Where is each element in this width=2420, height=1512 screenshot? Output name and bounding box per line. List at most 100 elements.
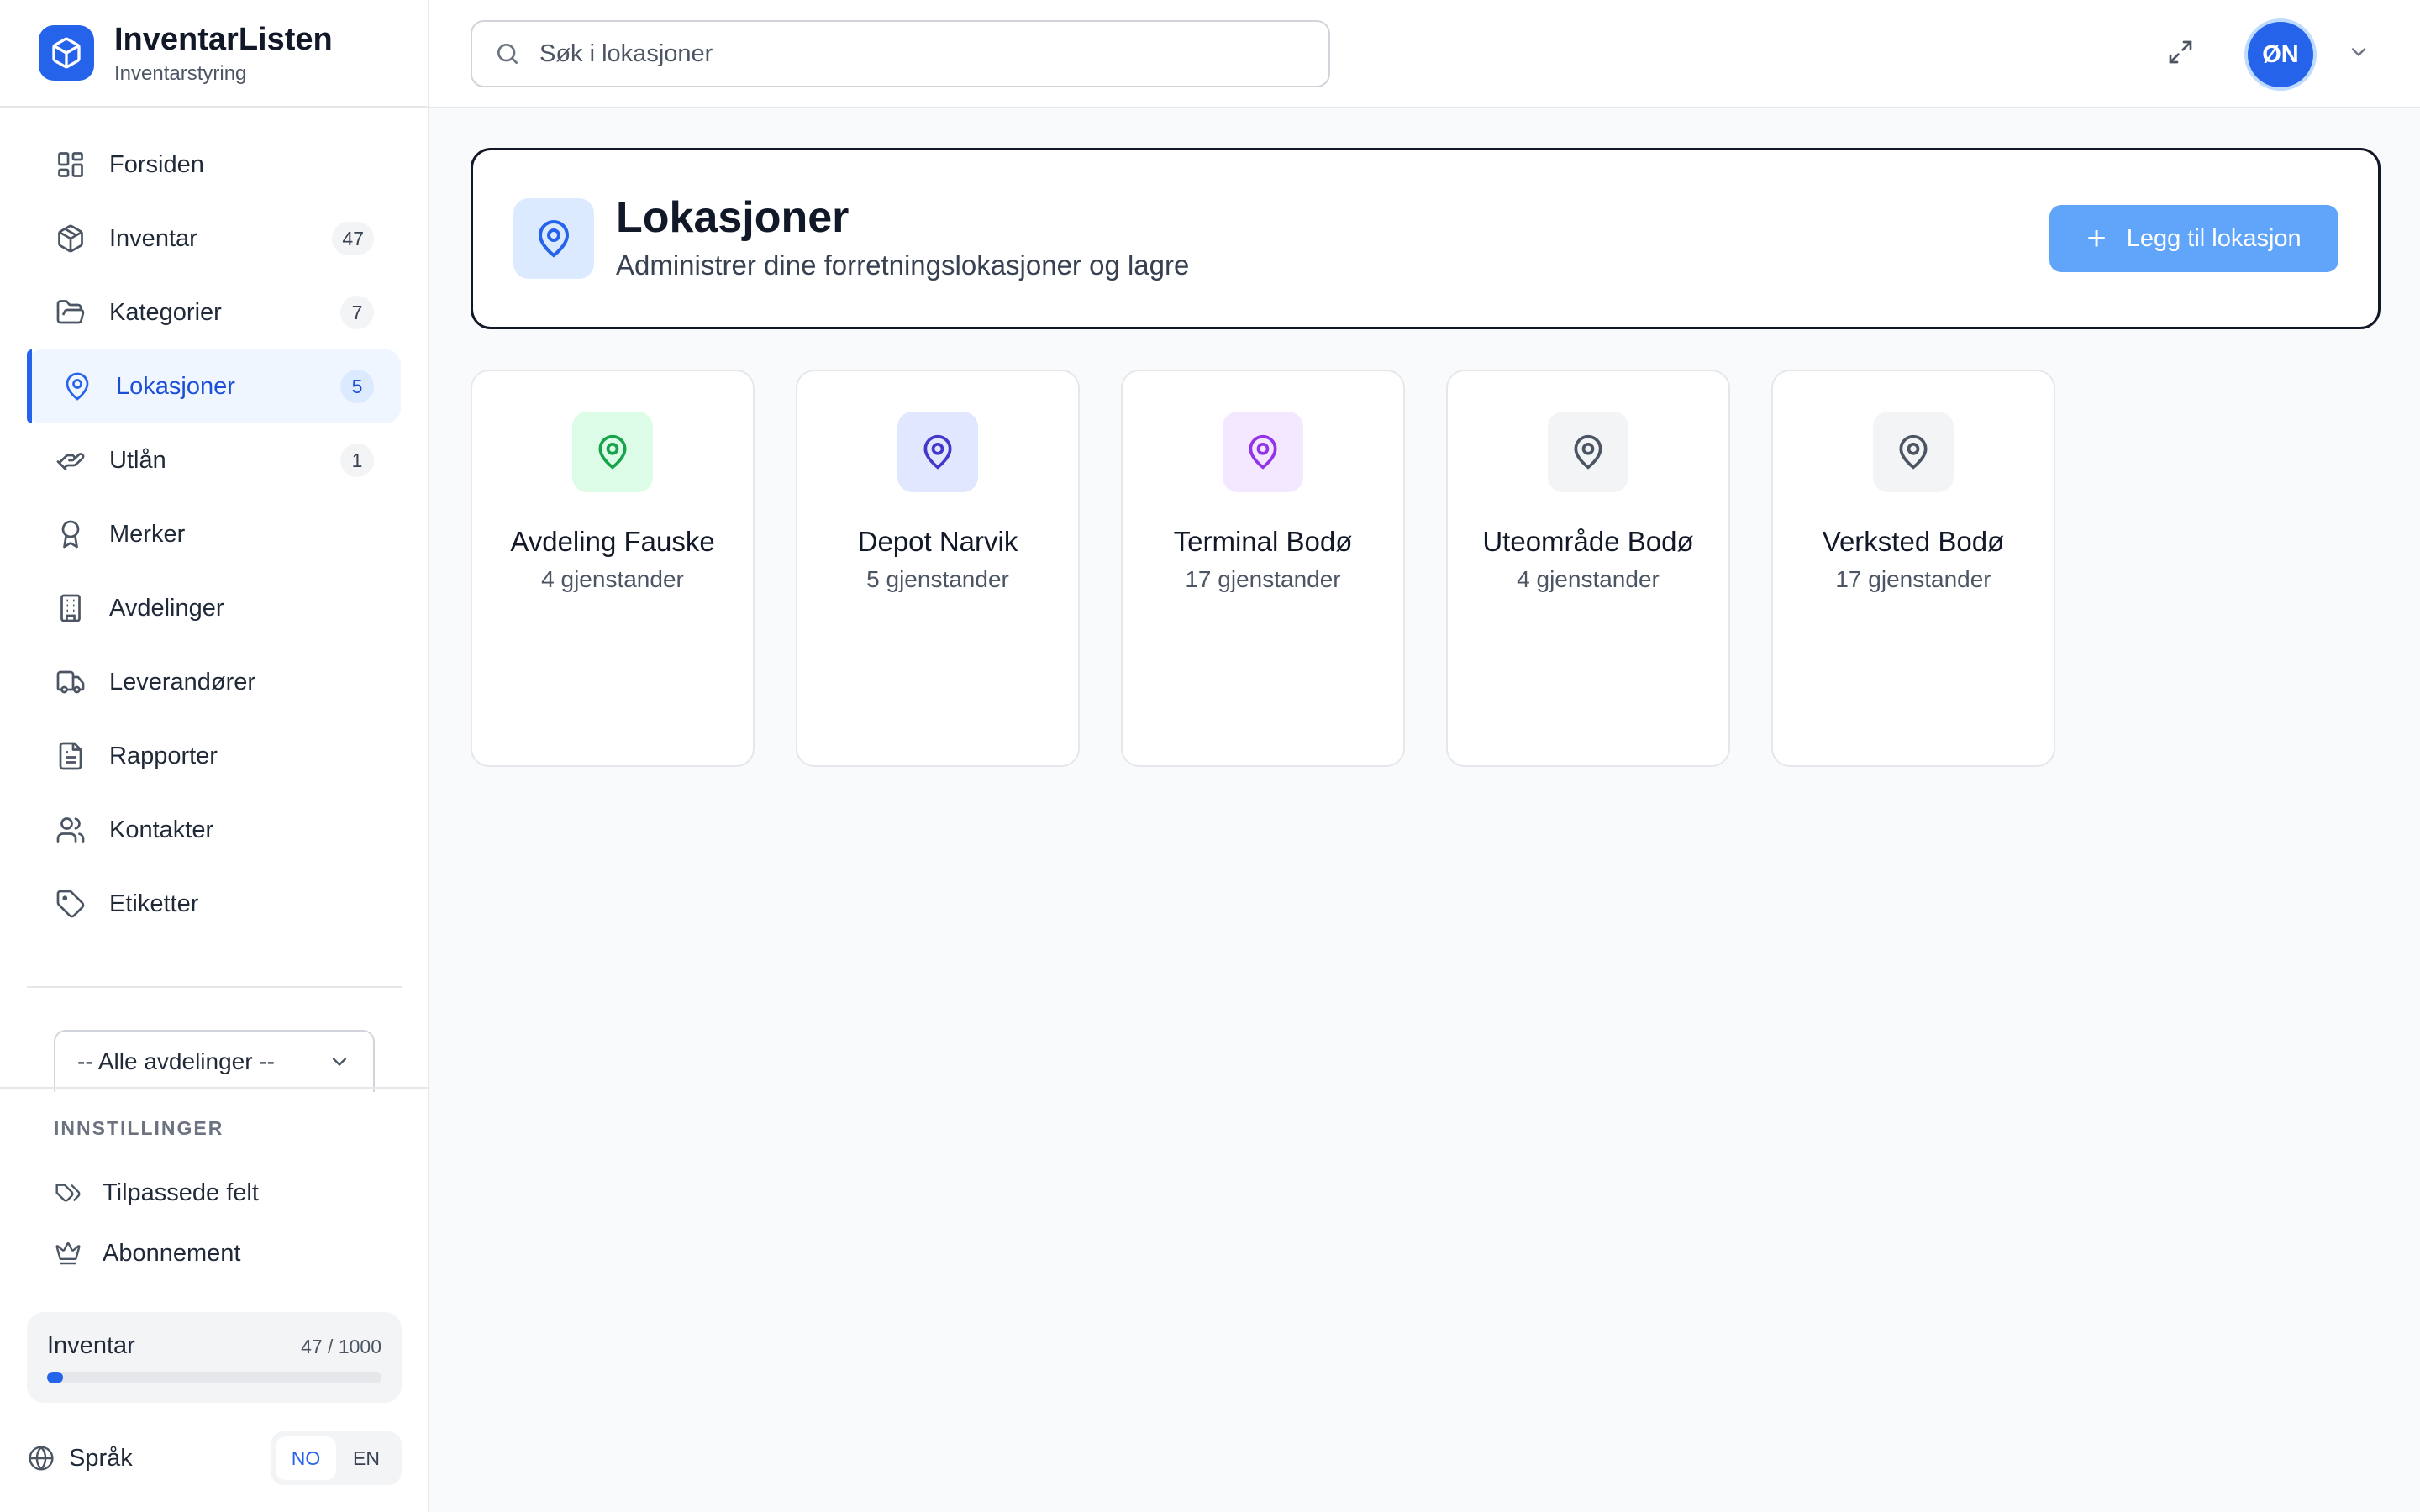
expand-icon xyxy=(2167,39,2194,70)
settings-section-title: INNSTILLINGER xyxy=(54,1117,224,1139)
sidebar-item-utlan[interactable]: Utlån 1 xyxy=(27,423,401,497)
location-name: Verksted Bodø xyxy=(1822,526,2005,557)
map-pin-icon xyxy=(60,370,94,403)
location-card[interactable]: Verksted Bodø 17 gjenstander xyxy=(1771,370,2055,767)
usage-label: Inventar xyxy=(47,1332,135,1359)
count-badge: 5 xyxy=(340,370,374,403)
count-badge: 7 xyxy=(340,296,374,329)
main-nav: Forsiden Inventar 47 Kategorier 7 Lokasj… xyxy=(0,108,428,941)
map-pin-icon xyxy=(1873,412,1954,492)
sidebar-item-lokasjoner[interactable]: Lokasjoner 5 xyxy=(27,349,401,423)
sidebar: InventarListen Inventarstyring Forsiden … xyxy=(0,0,429,1512)
brand-name: InventarListen xyxy=(114,22,333,57)
sidebar-item-label: Forsiden xyxy=(109,150,204,178)
usage-count: 47 / 1000 xyxy=(301,1336,381,1357)
hand-coins-icon xyxy=(54,444,87,477)
language-option-no[interactable]: NO xyxy=(276,1436,336,1480)
map-pin-icon xyxy=(897,412,978,492)
location-grid: Avdeling Fauske 4 gjenstander Depot Narv… xyxy=(471,370,2055,767)
top-bar: ØN xyxy=(429,0,2420,108)
brand-subtitle: Inventarstyring xyxy=(114,62,247,85)
location-name: Avdeling Fauske xyxy=(510,526,715,557)
folder-open-icon xyxy=(54,296,87,329)
page-header: Lokasjoner Administrer dine forretningsl… xyxy=(471,148,2381,329)
sidebar-item-label: Inventar xyxy=(109,224,197,252)
divider xyxy=(0,1087,429,1089)
brand-header: InventarListen Inventarstyring xyxy=(0,0,428,108)
globe-icon xyxy=(27,1444,55,1473)
page-subtitle: Administrer dine forretningslokasjoner o… xyxy=(616,249,1190,281)
search-icon xyxy=(492,39,523,69)
location-item-count: 17 gjenstander xyxy=(1835,566,1991,592)
user-menu-toggle[interactable] xyxy=(2344,39,2374,69)
sidebar-item-label: Rapporter xyxy=(109,742,218,769)
sidebar-item-label: Etiketter xyxy=(109,890,199,917)
language-switcher: Språk NO EN xyxy=(27,1431,402,1485)
package-icon xyxy=(54,222,87,255)
file-text-icon xyxy=(54,739,87,773)
add-location-button[interactable]: + Legg til lokasjon xyxy=(2049,205,2338,272)
department-select[interactable]: -- Alle avdelinger -- xyxy=(54,1030,375,1092)
count-badge: 1 xyxy=(340,444,374,477)
sidebar-item-leverandorer[interactable]: Leverandører xyxy=(27,645,401,719)
location-card[interactable]: Terminal Bodø 17 gjenstander xyxy=(1121,370,1405,767)
location-card[interactable]: Uteområde Bodø 4 gjenstander xyxy=(1446,370,1730,767)
search-box xyxy=(471,20,1330,87)
location-item-count: 5 gjenstander xyxy=(866,566,1009,592)
location-card[interactable]: Depot Narvik 5 gjenstander xyxy=(796,370,1080,767)
sidebar-item-merker[interactable]: Merker xyxy=(27,497,401,571)
sidebar-item-label: Leverandører xyxy=(109,668,256,696)
tags-icon xyxy=(54,1179,82,1207)
tag-icon xyxy=(54,887,87,921)
language-label: Språk xyxy=(69,1444,133,1472)
sidebar-item-label: Merker xyxy=(109,520,186,548)
map-pin-icon xyxy=(1223,412,1303,492)
department-select-value: -- Alle avdelinger -- xyxy=(77,1048,275,1074)
cube-icon[interactable] xyxy=(39,25,94,81)
sidebar-item-kategorier[interactable]: Kategorier 7 xyxy=(27,276,401,349)
language-option-en[interactable]: EN xyxy=(336,1436,397,1480)
sidebar-item-kontakter[interactable]: Kontakter xyxy=(27,793,401,867)
inventory-usage-card: Inventar 47 / 1000 xyxy=(27,1312,402,1403)
sidebar-item-label: Utlån xyxy=(109,446,166,474)
settings-item-label: Abonnement xyxy=(103,1239,241,1267)
sidebar-item-avdelinger[interactable]: Avdelinger xyxy=(27,571,401,645)
sidebar-item-etiketter[interactable]: Etiketter xyxy=(27,867,401,941)
chevron-down-icon xyxy=(2347,40,2370,68)
add-location-label: Legg til lokasjon xyxy=(2126,224,2302,252)
page-title: Lokasjoner xyxy=(616,193,850,242)
location-name: Terminal Bodø xyxy=(1173,526,1353,557)
award-icon xyxy=(54,517,87,551)
location-card[interactable]: Avdeling Fauske 4 gjenstander xyxy=(471,370,755,767)
settings-item-subscription[interactable]: Abonnement xyxy=(54,1232,240,1274)
location-item-count: 17 gjenstander xyxy=(1185,566,1341,592)
location-name: Depot Narvik xyxy=(857,526,1018,557)
plus-icon: + xyxy=(2086,220,2107,257)
count-badge: 47 xyxy=(332,222,374,255)
user-avatar[interactable]: ØN xyxy=(2244,18,2317,91)
location-name: Uteområde Bodø xyxy=(1482,526,1694,557)
settings-item-label: Tilpassede felt xyxy=(103,1179,259,1206)
location-item-count: 4 gjenstander xyxy=(541,566,684,592)
map-pin-icon xyxy=(572,412,653,492)
divider xyxy=(27,986,402,988)
map-pin-icon xyxy=(513,198,594,279)
sidebar-item-forsiden[interactable]: Forsiden xyxy=(27,128,401,202)
sidebar-item-label: Kontakter xyxy=(109,816,214,843)
usage-progress-bar xyxy=(47,1372,381,1383)
crown-icon xyxy=(54,1239,82,1268)
dashboard-grid-icon xyxy=(54,148,87,181)
search-input[interactable] xyxy=(539,39,1296,68)
sidebar-item-rapporter[interactable]: Rapporter xyxy=(27,719,401,793)
chevron-down-icon xyxy=(328,1050,351,1079)
settings-item-custom-fields[interactable]: Tilpassede felt xyxy=(54,1172,259,1214)
sidebar-item-label: Lokasjoner xyxy=(116,372,235,400)
usage-progress-fill xyxy=(47,1372,63,1383)
sidebar-item-label: Avdelinger xyxy=(109,594,224,622)
fullscreen-button[interactable] xyxy=(2160,34,2201,74)
users-icon xyxy=(54,813,87,847)
building-icon xyxy=(54,591,87,625)
language-toggle: NO EN xyxy=(271,1431,402,1485)
sidebar-item-inventar[interactable]: Inventar 47 xyxy=(27,202,401,276)
truck-icon xyxy=(54,665,87,699)
